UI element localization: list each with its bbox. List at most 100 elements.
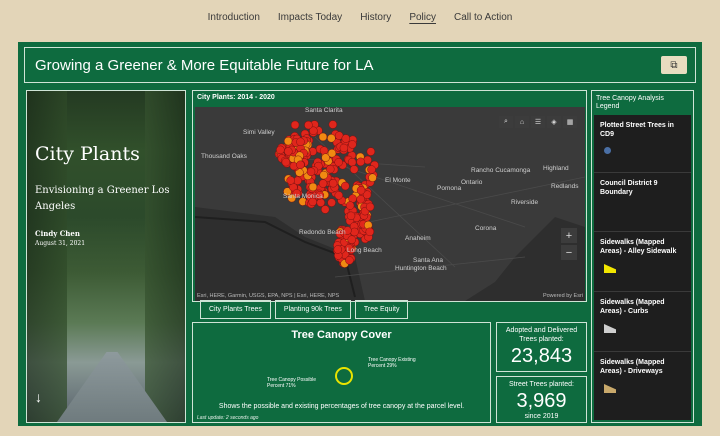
map-label-santa-clarita: Santa Clarita bbox=[305, 107, 343, 114]
tree-marker[interactable] bbox=[326, 164, 335, 174]
map-label-el-monte: El Monte bbox=[385, 177, 411, 184]
tree-marker[interactable] bbox=[328, 120, 338, 129]
tree-marker[interactable] bbox=[327, 134, 336, 143]
tree-marker[interactable] bbox=[334, 158, 343, 167]
map-label-simi-valley: Simi Valley bbox=[243, 129, 275, 136]
legend-panel: Tree Canopy Analysis Legend Plotted Stre… bbox=[591, 90, 694, 423]
tree-marker[interactable] bbox=[319, 146, 329, 155]
legend-item-label: Plotted Street Trees in CD9 bbox=[600, 122, 674, 138]
tree-marker[interactable] bbox=[366, 147, 376, 156]
canopy-existing-label: Tree Canopy Existing Percent 29% bbox=[368, 357, 416, 369]
street-trees-since: since 2019 bbox=[524, 413, 559, 420]
tree-marker[interactable] bbox=[286, 176, 295, 185]
street-trees-card: Street Trees planted: 3,969 since 2019 bbox=[496, 376, 587, 423]
map-widget: City Plants: 2014 - 2020 Santa Clarita S… bbox=[192, 90, 587, 302]
canopy-last-update: Last update: 2 seconds ago bbox=[197, 415, 259, 421]
map-powered-by: Powered by Esri bbox=[542, 293, 583, 299]
tree-marker[interactable] bbox=[347, 235, 357, 244]
nav-history[interactable]: History bbox=[360, 10, 391, 25]
tree-marker[interactable] bbox=[281, 157, 291, 167]
tree-marker[interactable] bbox=[284, 147, 293, 156]
tree-marker[interactable] bbox=[333, 245, 343, 254]
tree-marker[interactable] bbox=[318, 132, 328, 142]
trees-right-image bbox=[145, 91, 185, 422]
map-canvas[interactable]: Santa Clarita Simi Valley Thousand Oaks … bbox=[195, 107, 585, 301]
nav-call-to-action[interactable]: Call to Action bbox=[454, 10, 512, 25]
tree-marker[interactable] bbox=[367, 165, 376, 174]
map-label-pomona: Pomona bbox=[437, 185, 462, 192]
home-icon[interactable]: ⌂ bbox=[515, 116, 529, 128]
map-label-long-beach: Long Beach bbox=[347, 247, 382, 254]
zoom-in-button[interactable]: + bbox=[561, 228, 577, 243]
story-cover-card[interactable]: City Plants Envisioning a Greener Los An… bbox=[26, 90, 186, 423]
adopted-trees-card: Adopted and Delivered Trees planted: 23,… bbox=[496, 322, 587, 372]
tree-marker[interactable] bbox=[290, 120, 300, 130]
map-label-huntington-beach: Huntington Beach bbox=[395, 265, 447, 272]
tree-marker[interactable] bbox=[296, 160, 305, 170]
grey-swatch-icon bbox=[604, 324, 616, 333]
tree-marker[interactable] bbox=[319, 170, 328, 180]
search-icon[interactable]: ⌕ bbox=[499, 116, 513, 128]
scroll-down-icon[interactable]: ↓ bbox=[35, 389, 42, 405]
nav-introduction[interactable]: Introduction bbox=[208, 10, 260, 25]
tree-marker[interactable] bbox=[350, 227, 359, 237]
nav-impacts-today[interactable]: Impacts Today bbox=[278, 10, 342, 25]
tree-marker[interactable] bbox=[345, 256, 354, 265]
map-label-riverside: Riverside bbox=[511, 199, 539, 206]
tree-marker[interactable] bbox=[328, 178, 338, 188]
tree-marker[interactable] bbox=[347, 157, 357, 167]
map-label-thousand-oaks: Thousand Oaks bbox=[201, 153, 247, 160]
tree-marker[interactable] bbox=[363, 155, 372, 165]
tree-marker[interactable] bbox=[356, 157, 365, 167]
tree-marker[interactable] bbox=[339, 143, 349, 153]
tree-marker[interactable] bbox=[283, 136, 293, 146]
tree-marker[interactable] bbox=[356, 195, 365, 204]
tree-marker[interactable] bbox=[304, 120, 313, 130]
tree-marker[interactable] bbox=[296, 137, 305, 147]
legend-item-label: Sidewalks (Mapped Areas) - Curbs bbox=[600, 299, 665, 315]
tree-marker[interactable] bbox=[345, 201, 355, 210]
legend-item-district-boundary: Council District 9 Boundary bbox=[594, 173, 691, 232]
tree-marker[interactable] bbox=[318, 179, 328, 188]
dashboard-header: Growing a Greener & More Equitable Futur… bbox=[24, 47, 696, 83]
tree-marker[interactable] bbox=[341, 134, 351, 143]
tree-marker[interactable] bbox=[306, 167, 316, 177]
legend-list-icon[interactable]: ☰ bbox=[531, 116, 545, 128]
map-label-corona: Corona bbox=[475, 225, 497, 232]
canopy-donut-chart[interactable] bbox=[335, 367, 353, 385]
tree-marker[interactable] bbox=[346, 211, 356, 221]
legend-item-label: Council District 9 Boundary bbox=[600, 180, 658, 196]
tree-marker[interactable] bbox=[320, 205, 330, 214]
tree-marker[interactable] bbox=[334, 191, 344, 200]
tree-marker[interactable] bbox=[349, 165, 359, 174]
layers-icon[interactable]: ◈ bbox=[547, 116, 561, 128]
tree-marker[interactable] bbox=[327, 148, 337, 158]
canopy-title: Tree Canopy Cover bbox=[291, 329, 392, 341]
tab-city-plants-trees[interactable]: City Plants Trees bbox=[200, 300, 271, 319]
open-external-button[interactable]: ⧉ bbox=[661, 56, 687, 74]
legend-item-label: Sidewalks (Mapped Areas) - Driveways bbox=[600, 359, 665, 375]
tree-marker[interactable] bbox=[341, 181, 350, 191]
tab-planting-90k-trees[interactable]: Planting 90k Trees bbox=[274, 300, 351, 319]
story-author: Cindy Chen bbox=[35, 229, 80, 238]
tree-marker[interactable] bbox=[308, 182, 318, 192]
nav-policy[interactable]: Policy bbox=[409, 10, 436, 25]
tree-marker[interactable] bbox=[348, 140, 357, 149]
story-date: August 31, 2021 bbox=[35, 240, 86, 247]
map-attribution: Esri, HERE, Garmin, USGS, EPA, NPS | Esr… bbox=[197, 293, 340, 299]
tree-marker[interactable] bbox=[365, 202, 375, 212]
legend-list[interactable]: Plotted Street Trees in CD9 Council Dist… bbox=[594, 115, 691, 420]
basemap-grid-icon[interactable]: ▦ bbox=[563, 116, 577, 128]
tree-marker[interactable] bbox=[356, 186, 366, 195]
street-trees-value: 3,969 bbox=[516, 390, 567, 412]
zoom-out-button[interactable]: − bbox=[561, 245, 577, 260]
tree-marker[interactable] bbox=[327, 198, 336, 207]
top-nav: Introduction Impacts Today History Polic… bbox=[0, 0, 720, 34]
legend-item-alley-sidewalk: Sidewalks (Mapped Areas) - Alley Sidewal… bbox=[594, 232, 691, 292]
map-label-redondo-beach: Redondo Beach bbox=[299, 229, 346, 236]
tree-marker[interactable] bbox=[276, 145, 285, 155]
tree-marker[interactable] bbox=[365, 227, 375, 237]
tree-marker[interactable] bbox=[368, 173, 377, 182]
tab-tree-equity[interactable]: Tree Equity bbox=[354, 300, 409, 319]
map-label-rancho-cucamonga: Rancho Cucamonga bbox=[471, 167, 531, 174]
